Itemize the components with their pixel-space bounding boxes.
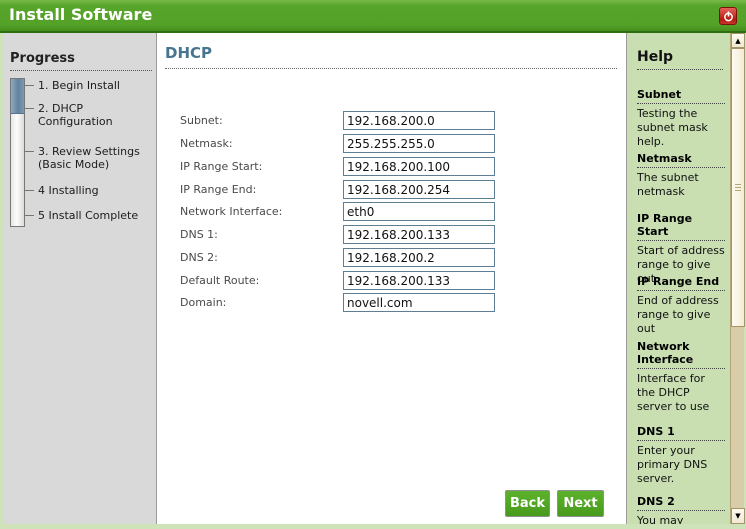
help-section-body: Interface for the DHCP server to use xyxy=(637,372,710,413)
subnet-label: Subnet: xyxy=(180,114,223,127)
help-section-title: IP Range End xyxy=(637,275,725,291)
help-section-network-interface: Network Interface Interface for the DHCP… xyxy=(637,340,725,414)
network-interface-label: Network Interface: xyxy=(180,205,283,218)
power-icon xyxy=(723,7,734,26)
progress-step-review-settings: 3. Review Settings (Basic Mode) xyxy=(38,145,140,171)
progress-step-install-complete: 5 Install Complete xyxy=(38,209,139,222)
help-section-title: Netmask xyxy=(637,152,725,168)
help-scrollbar[interactable]: ▲ ▼ xyxy=(730,33,745,524)
step-tick xyxy=(25,108,34,109)
dns1-field[interactable] xyxy=(343,225,495,244)
page-title: DHCP xyxy=(165,44,617,69)
progress-sidebar: Progress 1. Begin Install 2. DHCP Config… xyxy=(4,33,157,524)
progress-step-begin-install: 1. Begin Install xyxy=(38,79,120,92)
dns2-label: DNS 2: xyxy=(180,251,218,264)
up-arrow-icon: ▲ xyxy=(735,36,741,45)
help-section-subnet: Subnet Testing the subnet mask help. xyxy=(637,88,725,149)
help-section-title: DNS 1 xyxy=(637,425,725,441)
help-section-title: Network Interface xyxy=(637,340,725,369)
window-title: Install Software xyxy=(9,5,153,24)
help-section-title: DNS 2 xyxy=(637,495,725,511)
ip-range-start-field[interactable] xyxy=(343,157,495,176)
help-section-ip-range-end: IP Range End End of address range to giv… xyxy=(637,275,725,336)
title-bar: Install Software xyxy=(0,0,746,33)
ip-range-end-label: IP Range End: xyxy=(180,183,257,196)
step-tick xyxy=(25,215,34,216)
back-button[interactable]: Back xyxy=(505,490,550,517)
power-close-button[interactable] xyxy=(719,7,737,25)
down-arrow-icon: ▼ xyxy=(735,512,741,520)
progress-bar-fill xyxy=(11,79,24,114)
help-section-body: Enter your primary DNS server. xyxy=(637,444,708,485)
ip-range-start-label: IP Range Start: xyxy=(180,160,263,173)
default-route-field[interactable] xyxy=(343,271,495,290)
scroll-down-button[interactable]: ▼ xyxy=(731,508,745,524)
help-section-body: The subnet netmask xyxy=(637,171,699,198)
progress-bar xyxy=(10,78,25,227)
progress-step-dhcp-configuration: 2. DHCP Configuration xyxy=(38,102,113,128)
progress-step-installing: 4 Installing xyxy=(38,184,99,197)
help-section-body: Testing the subnet mask help. xyxy=(637,107,708,148)
domain-field[interactable] xyxy=(343,293,495,312)
help-section-body: You may specify a xyxy=(637,514,684,524)
help-section-body: End of address range to give out xyxy=(637,294,719,335)
help-section-title: IP Range Start xyxy=(637,212,725,241)
help-section-dns2: DNS 2 You may specify a xyxy=(637,495,725,524)
progress-heading: Progress xyxy=(10,51,152,71)
help-section-dns1: DNS 1 Enter your primary DNS server. xyxy=(637,425,725,486)
scroll-up-button[interactable]: ▲ xyxy=(731,33,745,48)
network-interface-field[interactable] xyxy=(343,202,495,221)
step-tick xyxy=(25,85,34,86)
next-button[interactable]: Next xyxy=(557,490,604,517)
scrollbar-thumb[interactable] xyxy=(731,48,745,327)
dns2-field[interactable] xyxy=(343,248,495,267)
netmask-label: Netmask: xyxy=(180,137,233,150)
scrollbar-thumb-grip xyxy=(735,183,741,191)
help-section-title: Subnet xyxy=(637,88,725,104)
subnet-field[interactable] xyxy=(343,111,495,130)
step-tick xyxy=(25,151,34,152)
help-section-netmask: Netmask The subnet netmask xyxy=(637,152,725,199)
main-content: DHCP Subnet: Netmask: IP Range Start: IP… xyxy=(157,33,627,524)
ip-range-end-field[interactable] xyxy=(343,180,495,199)
netmask-field[interactable] xyxy=(343,134,495,153)
help-heading: Help xyxy=(637,49,723,70)
domain-label: Domain: xyxy=(180,296,227,309)
step-tick xyxy=(25,190,34,191)
help-panel: Help Subnet Testing the subnet mask help… xyxy=(627,33,730,524)
dns1-label: DNS 1: xyxy=(180,228,218,241)
install-wizard-window: Install Software Progress 1. Begin Insta… xyxy=(0,0,746,529)
default-route-label: Default Route: xyxy=(180,274,260,287)
